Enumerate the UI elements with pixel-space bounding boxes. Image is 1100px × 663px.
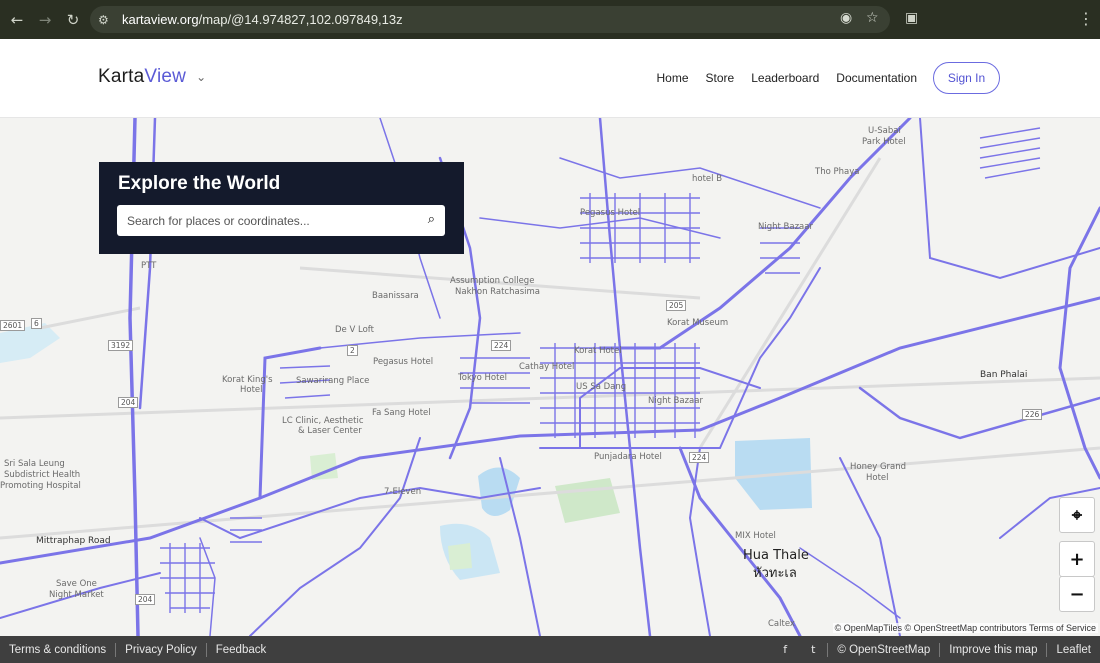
map-label: Tho Phaya (815, 167, 860, 177)
map-label: Hotel (866, 473, 889, 483)
improve-map-link[interactable]: Improve this map (940, 644, 1046, 656)
road-shield: 224 (689, 452, 710, 463)
leaflet-link[interactable]: Leaflet (1047, 644, 1100, 656)
twitter-icon[interactable]: t (799, 643, 827, 656)
site-footer: Terms & conditions Privacy Policy Feedba… (0, 636, 1100, 663)
kartaview-logo[interactable]: Karta View ⌄ (98, 66, 206, 88)
map-label: Honey Grand (850, 462, 907, 472)
search-icon[interactable]: ⌕ (428, 212, 435, 227)
map-view[interactable]: U-Sabai Park Hotel Tho Phaya hotel B Peg… (0, 118, 1100, 636)
map-label: hotel B (692, 174, 723, 184)
zoom-in-button[interactable]: + (1059, 541, 1095, 577)
map-label: Promoting Hospital (0, 481, 81, 491)
map-label: Night Market (49, 590, 104, 600)
road-shield: 6 (31, 318, 42, 329)
map-label: Night Bazaar (648, 396, 703, 406)
sign-in-button[interactable]: Sign In (933, 62, 1000, 94)
map-label: & Laser Center (298, 426, 362, 436)
search-input[interactable] (127, 213, 407, 228)
explore-title: Explore the World (118, 173, 281, 194)
map-label: LC Clinic, Aesthetic (282, 416, 364, 426)
zoom-out-button[interactable]: − (1059, 576, 1095, 612)
map-label: Sawarirang Place (296, 376, 370, 386)
map-label: Fa Sang Hotel (372, 408, 431, 418)
map-label: Pegasus Hotel (373, 357, 434, 367)
privacy-link[interactable]: Privacy Policy (116, 644, 206, 656)
map-label: Subdistrict Health (4, 470, 81, 480)
extensions-icon[interactable]: ▣ (905, 10, 918, 26)
map-label-district: Hua Thale (743, 548, 809, 563)
map-label: Park Hotel (862, 137, 906, 147)
map-label: Baanissara (372, 291, 419, 301)
chevron-down-icon[interactable]: ⌄ (196, 70, 206, 84)
map-label: 7-Eleven (384, 487, 422, 497)
map-label: Korat Hotel (574, 346, 622, 356)
nav-store[interactable]: Store (706, 71, 735, 85)
nav-documentation[interactable]: Documentation (836, 71, 917, 85)
facebook-icon[interactable]: f (771, 643, 799, 656)
feedback-link[interactable]: Feedback (207, 644, 276, 656)
road-shield: 205 (666, 300, 687, 311)
site-header: Karta View ⌄ Home Store Leaderboard Docum… (0, 39, 1100, 118)
map-parks (310, 453, 620, 570)
terms-link[interactable]: Terms & conditions (0, 644, 115, 656)
openstreetmap-link[interactable]: © OpenStreetMap (828, 644, 939, 656)
browser-toolbar: ← → ↻ ⚙ kartaview.org/map/@14.974827,102… (0, 0, 1100, 39)
road-shield: 204 (118, 397, 139, 408)
browser-menu-icon[interactable]: ⋮ (1078, 9, 1094, 28)
road-shield: 226 (1022, 409, 1043, 420)
map-label: Korat King's (222, 375, 273, 385)
map-label: Pegasus Hotel (580, 208, 641, 218)
map-label: Caltex (768, 619, 795, 629)
map-label: Cathay Hotel (519, 362, 575, 372)
top-navigation: Home Store Leaderboard Documentation Sig… (640, 62, 1000, 94)
map-label: De V Loft (335, 325, 374, 335)
map-label: Sri Sala Leung (4, 459, 65, 469)
map-label: PTT (141, 261, 157, 271)
crosshair-icon: ⌖ (1071, 504, 1083, 526)
url-text[interactable]: kartaview.org/map/@14.974827,102.097849,… (122, 12, 403, 27)
map-label: Punjadara Hotel (594, 452, 662, 462)
map-label: U-Sabai (868, 126, 901, 136)
forward-icon[interactable]: → (34, 9, 56, 31)
road-shield: 2 (347, 345, 358, 356)
road-shield: 224 (491, 340, 512, 351)
search-box[interactable]: ⌕ (117, 205, 445, 236)
logo-text-karta: Karta (98, 66, 145, 87)
map-label: Assumption College (450, 276, 535, 286)
road-shield: 2601 (0, 320, 26, 331)
map-label-district-thai: หัวทะเล (753, 566, 797, 581)
locate-me-button[interactable]: ⌖ (1059, 497, 1095, 533)
map-label: Tokyo Hotel (458, 373, 508, 383)
map-attribution[interactable]: © OpenMapTiles © OpenStreetMap contribut… (832, 623, 1098, 633)
map-label: MIX Hotel (735, 531, 776, 541)
road-shield: 3192 (108, 340, 134, 351)
reload-icon[interactable]: ↻ (62, 9, 84, 31)
map-label: Korat Museum (667, 318, 729, 328)
explore-panel: Explore the World ⌕ (99, 162, 464, 254)
map-label: US Sa Dang (576, 382, 627, 392)
eye-off-icon[interactable]: ◉ (840, 10, 852, 26)
site-settings-icon[interactable]: ⚙ (98, 13, 118, 27)
bookmark-star-icon[interactable]: ☆ (866, 10, 879, 26)
nav-leaderboard[interactable]: Leaderboard (751, 71, 819, 85)
map-label: Nakhon Ratchasima (455, 287, 540, 297)
map-label: Hotel (240, 385, 263, 395)
map-label: Save One (56, 579, 97, 589)
address-bar[interactable]: ⚙ kartaview.org/map/@14.974827,102.09784… (90, 6, 890, 33)
map-label: Ban Phalai (980, 370, 1028, 380)
back-icon[interactable]: ← (6, 9, 28, 31)
logo-text-view: View (144, 66, 187, 87)
map-label: Mittraphap Road (36, 536, 111, 546)
nav-home[interactable]: Home (657, 71, 689, 85)
map-label: Night Bazaar (758, 222, 813, 232)
road-shield: 204 (135, 594, 156, 605)
